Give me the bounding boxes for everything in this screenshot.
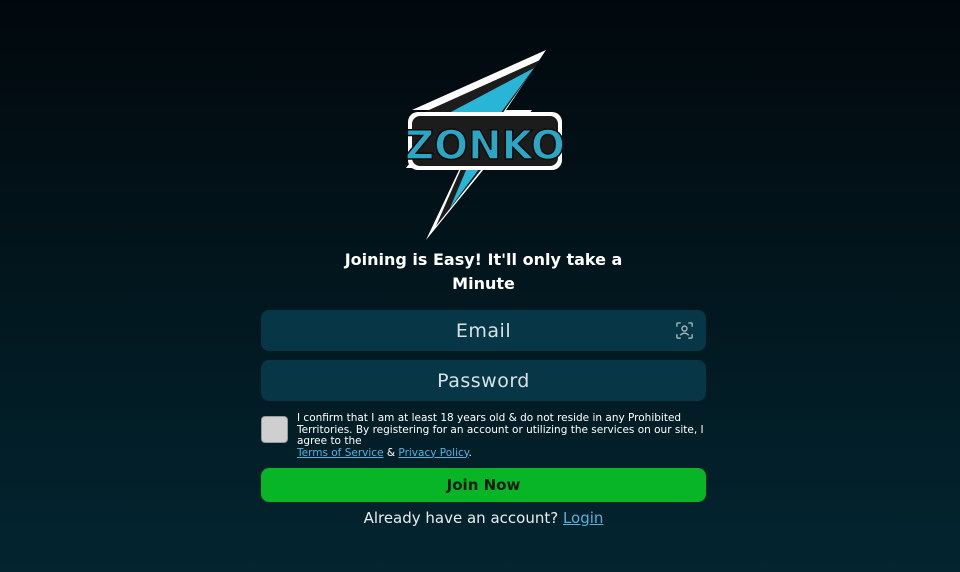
contact-card-icon[interactable] — [675, 321, 694, 340]
zonko-logo: ZONKO — [402, 48, 568, 240]
join-now-button[interactable]: Join Now — [261, 468, 706, 502]
privacy-policy-link[interactable]: Privacy Policy — [398, 447, 468, 459]
terms-body: I confirm that I am at least 18 years ol… — [297, 412, 704, 447]
terms-text: I confirm that I am at least 18 years ol… — [297, 412, 717, 459]
headline-line-1: Joining is Easy! It'll only take a — [344, 250, 623, 269]
email-field[interactable] — [261, 310, 706, 351]
password-field-container — [261, 360, 706, 401]
login-prompt-row: Already have an account? Login — [261, 508, 706, 528]
headline-line-2: Minute — [452, 274, 515, 293]
page-headline: Joining is Easy! It'll only take a Minut… — [330, 248, 637, 296]
terms-ampersand: & — [386, 446, 396, 459]
age-confirm-checkbox[interactable] — [261, 416, 288, 443]
login-prompt-text: Already have an account? — [363, 509, 559, 527]
lightning-bolt-icon: ZONKO — [404, 50, 566, 240]
terms-of-service-link[interactable]: Terms of Service — [297, 447, 384, 459]
terms-end: . — [468, 446, 472, 459]
password-field[interactable] — [261, 360, 706, 401]
logo-text: ZONKO — [405, 123, 565, 169]
login-link[interactable]: Login — [563, 509, 603, 527]
email-field-container — [261, 310, 706, 351]
